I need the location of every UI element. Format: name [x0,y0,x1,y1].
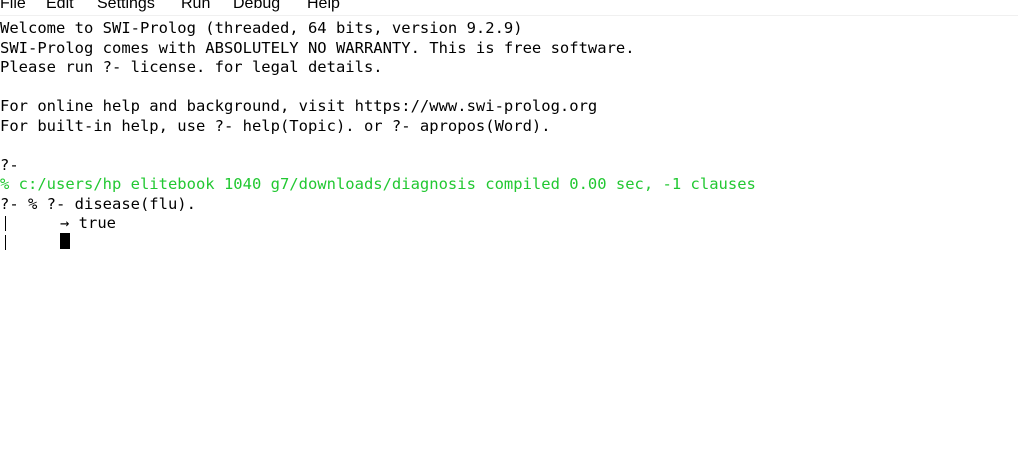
compiled-message-line: % c:/users/hp elitebook 1040 g7/download… [0,175,756,193]
menu-help[interactable]: Help [307,0,340,14]
menu-edit[interactable]: Edit [46,0,74,14]
online-help-line: For online help and background, visit ht… [0,97,598,115]
answer-gutter-bar [5,216,6,231]
welcome-line: Welcome to SWI-Prolog (threaded, 64 bits… [0,19,523,37]
menu-settings[interactable]: Settings [97,0,155,14]
prompt-line: ?- [0,156,19,174]
builtin-help-line: For built-in help, use ?- help(Topic). o… [0,117,551,135]
license-line: Please run ?- license. for legal details… [0,58,383,76]
menu-debug[interactable]: Debug [233,0,280,14]
input-gutter-bar [5,235,6,250]
menu-run[interactable]: Run [181,0,210,14]
console-output[interactable]: Welcome to SWI-Prolog (threaded, 64 bits… [0,19,1018,455]
query-line: ?- % ?- disease(flu). [0,195,196,213]
swi-prolog-window: File Edit Settings Run Debug Help Welcom… [0,0,1018,455]
warranty-line: SWI-Prolog comes with ABSOLUTELY NO WARR… [0,39,635,57]
text-cursor[interactable] [60,233,70,249]
menu-file[interactable]: File [0,0,26,14]
answer-line: → true [60,214,116,232]
menu-bar: File Edit Settings Run Debug Help [0,0,1018,16]
